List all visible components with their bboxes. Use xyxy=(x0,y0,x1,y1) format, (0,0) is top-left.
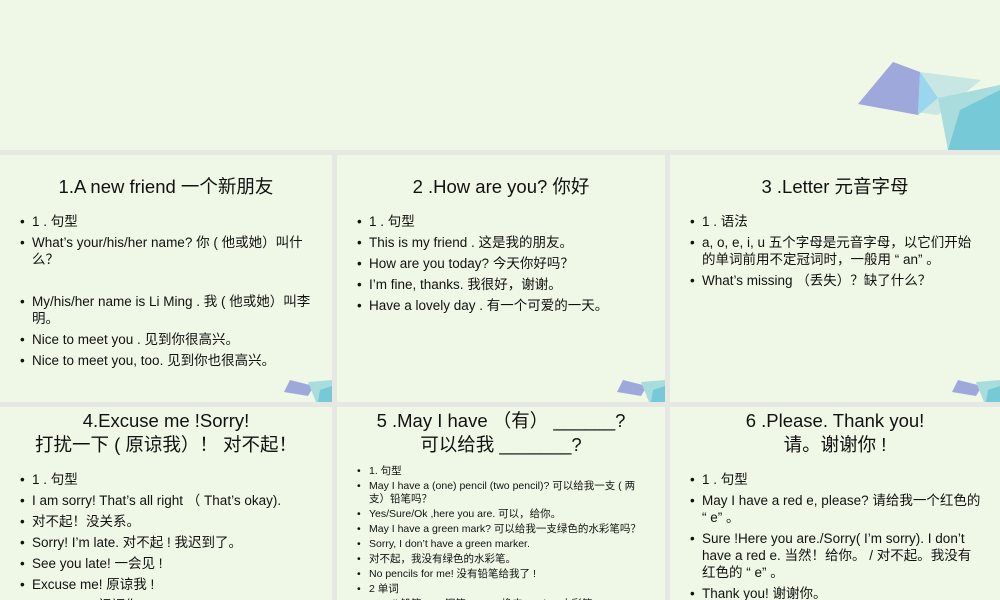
slide-panel-excuse-me-sorry: 4.Excuse me !Sorry! 打扰一下 ( 原谅我）！ 对不起！ 1 . … xyxy=(0,407,332,600)
list-item: Sorry, I don’t have a green marker. xyxy=(357,538,647,551)
slide-title-line: 4.Excuse me !Sorry! xyxy=(82,410,250,431)
slide-title-line: 2 .How are you? 你好 xyxy=(412,176,590,197)
list-item: 1 . 语法 xyxy=(690,213,982,230)
corner-decoration-icon xyxy=(952,380,1000,402)
slide-title-line: 6 .Please. Thank you! xyxy=(745,410,925,431)
slide-panel-may-i-have: 5 .May I have （有） ______? 可以给我 _______? 1.… xyxy=(337,407,665,600)
list-item: I am sorry! That’s all right （ That’s ok… xyxy=(20,492,314,509)
list-item: Excuse me! 原谅我 ! xyxy=(20,576,314,593)
list-item: I’m fine, thanks. 我很好，谢谢。 xyxy=(357,276,647,293)
list-item: What’s your/his/her name? 你 ( 他或她）叫什么？ xyxy=(20,234,314,268)
slide-title: 3 .Letter 元音字母 xyxy=(670,175,1000,199)
list-item: Have a lovely day . 有一个可爱的一天。 xyxy=(357,297,647,314)
list-item: 对不起！没关系。 xyxy=(20,513,314,530)
decorative-polygons-icon xyxy=(858,62,1000,150)
list-item: 1 . 句型 xyxy=(690,471,982,488)
bullet-list: 1 . 句型 What’s your/his/her name? 你 ( 他或她）… xyxy=(0,213,332,369)
slide-title: 2 .How are you? 你好 xyxy=(337,175,665,199)
list-item: Sure !Here you are./Sorry( I’m sorry). I… xyxy=(690,530,982,581)
bullet-list: 1 . 句型 May I have a red e, please? 请给我一个红… xyxy=(670,471,1000,600)
list-item: 2 单词 xyxy=(357,583,647,596)
list-item: May I have a red e, please? 请给我一个红色的 “ e… xyxy=(690,492,982,526)
corner-decoration-icon xyxy=(617,380,665,402)
list-item: May I have a green mark? 可以给我一支绿色的水彩笔吗？ xyxy=(357,523,647,536)
list-item: 对不起，我没有绿色的水彩笔。 xyxy=(357,553,647,566)
slide-title-line: 请。谢谢你 ! xyxy=(783,434,887,455)
list-item: a, o, e, i, u 五个字母是元音字母，以它们开始的单词前用不定冠词时，… xyxy=(690,234,982,268)
list-item: 1 . 句型 xyxy=(20,471,314,488)
list-item: See you late! 一会见 ! xyxy=(20,555,314,572)
bullet-list: 1. 句型 May I have a (one) pencil (two penc… xyxy=(337,465,665,600)
slide-panel-how-are-you: 2 .How are you? 你好 1 . 句型 This is my frien… xyxy=(337,155,665,402)
list-item: 1. 句型 xyxy=(357,465,647,478)
slide-title-line: 5 .May I have （有） ______? xyxy=(376,410,626,431)
header-banner xyxy=(0,0,1000,150)
list-item: Sorry! I’m late. 对不起 ! 我迟到了。 xyxy=(20,534,314,551)
list-item: This is my friend . 这是我的朋友。 xyxy=(357,234,647,251)
slide-panel-a-new-friend: 1.A new friend 一个新朋友 1 . 句型 What’s your/hi… xyxy=(0,155,332,402)
slide-title-line: 3 .Letter 元音字母 xyxy=(761,176,909,197)
list-item: Nice to meet you, too. 见到你也很高兴。 xyxy=(20,352,314,369)
list-item: How are you today? 今天你好吗？ xyxy=(357,255,647,272)
slide-title-line: 可以给我 _______? xyxy=(420,434,582,455)
slide-title: 6 .Please. Thank you! 请。谢谢你 ! xyxy=(670,409,1000,457)
list-item: What’s missing （丢失）？缺了什么？ xyxy=(690,272,982,289)
list-item: Nice to meet you . 见到你很高兴。 xyxy=(20,331,314,348)
slide-title-line: 1.A new friend 一个新朋友 xyxy=(58,176,274,197)
list-item: Thank you! 谢谢你。 xyxy=(690,585,982,600)
slide-panel-please-thank-you: 6 .Please. Thank you! 请。谢谢你 ! 1 . 句型 May I … xyxy=(670,407,1000,600)
list-item: 1 . 句型 xyxy=(20,213,314,230)
slide-title: 5 .May I have （有） ______? 可以给我 _______? xyxy=(337,409,665,457)
list-item: No pencils for me! 没有铅笔给我了 ! xyxy=(357,568,647,581)
bullet-list: 1 . 语法 a, o, e, i, u 五个字母是元音字母，以它们开始的单词前用… xyxy=(670,213,1000,289)
slide-panel-letter: 3 .Letter 元音字母 1 . 语法 a, o, e, i, u 五个字母是元… xyxy=(670,155,1000,402)
list-item: My/his/her name is Li Ming . 我 ( 他或她）叫李明… xyxy=(20,293,314,327)
slide-title: 4.Excuse me !Sorry! 打扰一下 ( 原谅我）！ 对不起！ xyxy=(0,409,332,457)
slide-title: 1.A new friend 一个新朋友 xyxy=(0,175,332,199)
corner-decoration-icon xyxy=(284,380,332,402)
list-item: May I have a (one) pencil (two pencil)? … xyxy=(357,480,647,506)
bullet-list: 1 . 句型 This is my friend . 这是我的朋友。 How are… xyxy=(337,213,665,314)
slide-title-line: 打扰一下 ( 原谅我）！ 对不起！ xyxy=(34,434,298,455)
list-item: Yes/Sure/Ok ,here you are. 可以，给你。 xyxy=(357,508,647,521)
bullet-list: 1 . 句型 I am sorry! That’s all right （ Tha… xyxy=(0,471,332,600)
list-item: 1 . 句型 xyxy=(357,213,647,230)
